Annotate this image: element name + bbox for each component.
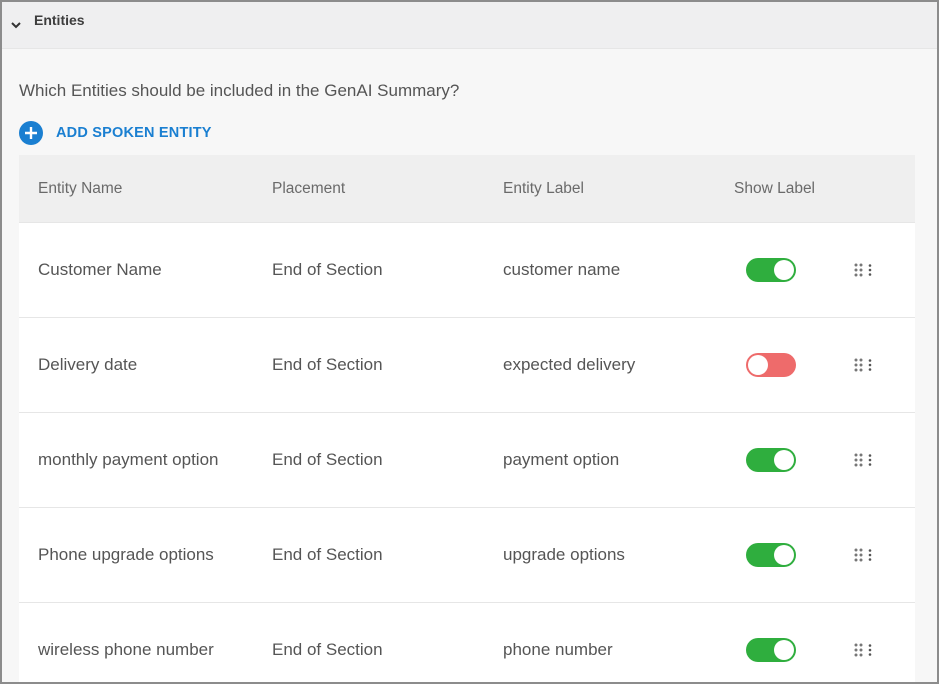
- show-label-toggle[interactable]: [746, 353, 796, 377]
- drag-handle-icon[interactable]: [854, 358, 864, 372]
- table-row: Customer Name End of Section customer na…: [19, 222, 915, 317]
- entity-name-cell: wireless phone number: [38, 640, 214, 659]
- toggle-knob: [774, 545, 794, 565]
- show-label-toggle[interactable]: [746, 448, 796, 472]
- header-placement: Placement: [272, 179, 346, 197]
- table-row: monthly payment option End of Section pa…: [19, 412, 915, 507]
- entities-table: Entity Name Placement Entity Label Show …: [19, 155, 915, 682]
- entity-label-cell: expected delivery: [503, 355, 636, 374]
- table-row: Delivery date End of Section expected de…: [19, 317, 915, 412]
- placement-cell: End of Section: [272, 355, 383, 374]
- drag-handle-icon[interactable]: [854, 263, 864, 277]
- entity-name-cell: Phone upgrade options: [38, 545, 214, 564]
- toggle-knob: [774, 640, 794, 660]
- more-options-icon[interactable]: [868, 644, 872, 656]
- section-title: Entities: [34, 12, 85, 28]
- entities-panel: Entities Which Entities should be includ…: [0, 0, 939, 684]
- header-entity-label: Entity Label: [503, 179, 584, 197]
- entity-name-cell: monthly payment option: [38, 450, 219, 469]
- header-show-label: Show Label: [734, 179, 816, 197]
- placement-cell: End of Section: [272, 545, 383, 564]
- entity-label-cell: phone number: [503, 640, 613, 659]
- entity-name-cell: Customer Name: [38, 260, 162, 279]
- entity-label-cell: customer name: [503, 260, 621, 279]
- toggle-knob: [774, 260, 794, 280]
- table-row: Phone upgrade options End of Section upg…: [19, 507, 915, 602]
- table-row: wireless phone number End of Section pho…: [19, 602, 915, 682]
- chevron-down-icon[interactable]: [6, 15, 26, 35]
- placement-cell: End of Section: [272, 640, 383, 659]
- plus-circle-icon: [19, 121, 43, 145]
- drag-handle-icon[interactable]: [854, 453, 864, 467]
- more-options-icon[interactable]: [868, 454, 872, 466]
- add-spoken-entity-label: ADD SPOKEN ENTITY: [56, 125, 212, 141]
- more-options-icon[interactable]: [868, 359, 872, 371]
- more-options-icon[interactable]: [868, 264, 872, 276]
- placement-cell: End of Section: [272, 260, 383, 279]
- show-label-toggle[interactable]: [746, 258, 796, 282]
- entity-label-cell: upgrade options: [503, 545, 625, 564]
- drag-handle-icon[interactable]: [854, 643, 864, 657]
- show-label-toggle[interactable]: [746, 638, 796, 662]
- section-header[interactable]: Entities: [2, 2, 937, 49]
- placement-cell: End of Section: [272, 450, 383, 469]
- toggle-knob: [774, 450, 794, 470]
- table-header: Entity Name Placement Entity Label Show …: [19, 155, 915, 222]
- header-entity-name: Entity Name: [38, 179, 123, 197]
- drag-handle-icon[interactable]: [854, 548, 864, 562]
- toggle-knob: [748, 355, 768, 375]
- entity-label-cell: payment option: [503, 450, 620, 469]
- more-options-icon[interactable]: [868, 549, 872, 561]
- entity-name-cell: Delivery date: [38, 355, 138, 374]
- entities-question: Which Entities should be included in the…: [19, 81, 460, 100]
- add-spoken-entity-button[interactable]: ADD SPOKEN ENTITY: [19, 121, 918, 145]
- show-label-toggle[interactable]: [746, 543, 796, 567]
